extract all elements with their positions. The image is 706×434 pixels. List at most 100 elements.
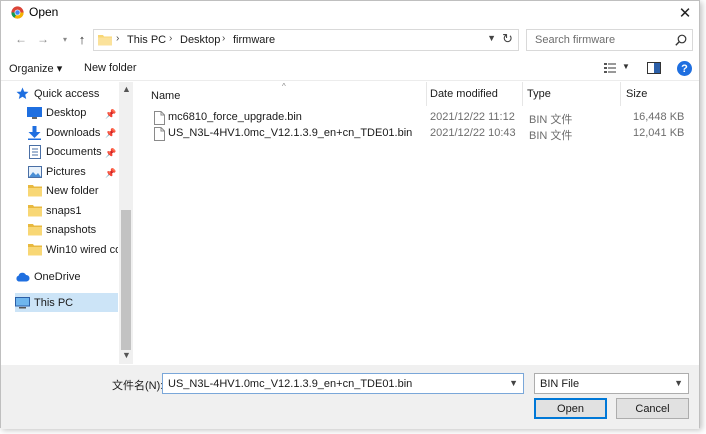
- arrow-up-icon: ↑: [78, 31, 86, 47]
- file-date: 2021/12/22 11:12: [430, 111, 515, 123]
- chevron-down-icon: ▾: [62, 34, 67, 44]
- filename-label: 文件名(N):: [112, 380, 164, 392]
- file-icon: [154, 111, 165, 125]
- nav-item-quick-access[interactable]: Quick access: [15, 84, 118, 103]
- file-list: ^ Name Date modified Type Size mc6810_fo…: [139, 82, 697, 364]
- title-bar: Open ✕: [1, 1, 699, 25]
- forward-button[interactable]: →: [35, 31, 51, 47]
- breadcrumb-desktop[interactable]: Desktop: [180, 34, 220, 46]
- file-name: mc6810_force_upgrade.bin: [168, 111, 302, 123]
- file-name: US_N3L-4HV1.0mc_V12.1.3.9_en+cn_TDE01.bi…: [168, 127, 413, 139]
- arrow-right-icon: →: [37, 32, 49, 46]
- file-row[interactable]: US_N3L-4HV1.0mc_V12.1.3.9_en+cn_TDE01.bi…: [151, 126, 697, 143]
- navigation-pane: Quick access Desktop 📌 Downloads 📌 Docum…: [1, 82, 133, 364]
- open-button[interactable]: Open: [534, 398, 607, 419]
- filename-input[interactable]: [163, 374, 501, 393]
- chevron-down-icon: ▼: [674, 378, 683, 388]
- column-divider[interactable]: [426, 82, 427, 106]
- address-bar[interactable]: › This PC › Desktop › firmware ▼ ↻: [93, 29, 519, 51]
- file-type: BIN 文件: [529, 130, 573, 142]
- nav-item-label: Desktop: [46, 106, 87, 119]
- computer-icon: [15, 296, 30, 310]
- search-box[interactable]: [526, 29, 693, 51]
- folder-icon: [98, 35, 112, 46]
- recent-locations-button[interactable]: ▾: [57, 31, 73, 47]
- nav-item-label: Quick access: [34, 87, 100, 100]
- arrow-left-icon: ←: [15, 32, 27, 46]
- breadcrumb-separator: ›: [169, 33, 173, 44]
- scroll-up-icon[interactable]: ▲: [122, 84, 131, 94]
- nav-item-label: Pictures: [46, 165, 86, 178]
- new-folder-button[interactable]: New folder: [84, 62, 137, 74]
- column-header-type[interactable]: Type: [527, 82, 551, 106]
- search-input[interactable]: [527, 30, 667, 50]
- cancel-button[interactable]: Cancel: [616, 398, 689, 419]
- organize-button[interactable]: Organize ▾: [9, 62, 62, 75]
- file-date: 2021/12/22 10:43: [430, 127, 516, 139]
- preview-pane-icon[interactable]: [647, 62, 661, 74]
- command-bar: Organize ▾ New folder ▼ ?: [1, 57, 699, 81]
- open-file-dialog: Open ✕ ← → ▾ ↑ › This PC › Desktop › fir…: [0, 0, 700, 429]
- nav-item-label: OneDrive: [34, 270, 81, 283]
- pin-icon: 📌: [105, 128, 117, 138]
- chrome-icon: [11, 6, 24, 19]
- column-header-size[interactable]: Size: [626, 82, 647, 106]
- document-icon: [27, 144, 42, 159]
- column-divider[interactable]: [522, 82, 523, 106]
- file-icon: [154, 127, 165, 141]
- file-type: BIN 文件: [529, 114, 573, 126]
- back-button[interactable]: ←: [13, 31, 29, 47]
- nav-item-onedrive[interactable]: OneDrive: [15, 267, 118, 286]
- download-icon: [27, 125, 42, 140]
- breadcrumb-separator: ›: [222, 33, 226, 44]
- pin-icon: 📌: [105, 109, 117, 119]
- folder-icon: [27, 204, 42, 218]
- pin-icon: 📌: [105, 148, 117, 158]
- nav-item-label: This PC: [34, 296, 74, 309]
- nav-item-this-pc[interactable]: This PC: [15, 293, 118, 312]
- nav-item-label: snapshots: [46, 223, 97, 236]
- nav-pane-scrollbar[interactable]: ▲ ▼: [119, 82, 133, 364]
- breadcrumb-separator: ›: [116, 33, 120, 44]
- file-row[interactable]: mc6810_force_upgrade.bin 2021/12/22 11:1…: [151, 110, 697, 127]
- breadcrumb-firmware[interactable]: firmware: [233, 34, 275, 46]
- nav-item-label: Downloads: [46, 126, 101, 139]
- star-icon: [15, 87, 30, 101]
- nav-item-snaps1[interactable]: snaps1: [27, 201, 118, 220]
- nav-item-label: Documents: [46, 145, 102, 158]
- filetype-select[interactable]: BIN File ▼: [534, 373, 689, 394]
- scroll-down-icon[interactable]: ▼: [122, 350, 131, 360]
- column-header-date[interactable]: Date modified: [430, 82, 498, 106]
- folder-icon: [27, 243, 42, 257]
- folder-icon: [27, 223, 42, 237]
- folder-icon: [27, 184, 42, 198]
- search-icon[interactable]: [675, 34, 687, 46]
- close-icon: ✕: [678, 5, 692, 22]
- dialog-footer: 文件名(N): ▼ BIN File ▼ Open Cancel: [1, 365, 699, 429]
- file-size: 16,448 KB: [633, 111, 685, 123]
- help-icon[interactable]: ?: [677, 61, 692, 76]
- nav-item-label: Win10 wired cor: [46, 243, 118, 256]
- up-button[interactable]: ↑: [74, 31, 90, 47]
- refresh-icon[interactable]: ↻: [502, 31, 513, 47]
- column-header-name[interactable]: Name: [151, 84, 180, 108]
- filename-combobox[interactable]: ▼: [162, 373, 524, 394]
- cloud-icon: [15, 270, 30, 284]
- chevron-down-icon[interactable]: ▼: [622, 62, 630, 71]
- sort-ascending-icon: ^: [282, 82, 286, 91]
- desktop-icon: [27, 106, 42, 120]
- filetype-value: BIN File: [540, 378, 580, 390]
- chevron-down-icon[interactable]: ▼: [487, 33, 496, 43]
- column-divider[interactable]: [620, 82, 621, 106]
- nav-item-snapshots[interactable]: snapshots: [27, 220, 118, 239]
- nav-item-win10-wired[interactable]: Win10 wired cor: [27, 240, 118, 259]
- picture-icon: [27, 165, 42, 179]
- breadcrumb-this-pc[interactable]: This PC: [127, 34, 166, 46]
- view-options-icon[interactable]: [603, 61, 617, 75]
- chevron-down-icon[interactable]: ▼: [509, 378, 518, 388]
- scrollbar-thumb[interactable]: [121, 210, 131, 350]
- close-button[interactable]: ✕: [671, 1, 699, 25]
- pin-icon: 📌: [105, 168, 117, 178]
- file-size: 12,041 KB: [633, 127, 685, 139]
- nav-item-new-folder[interactable]: New folder: [27, 181, 118, 200]
